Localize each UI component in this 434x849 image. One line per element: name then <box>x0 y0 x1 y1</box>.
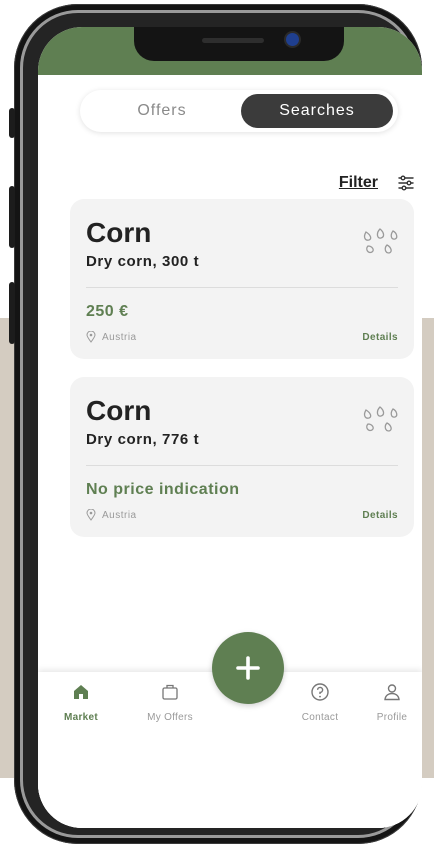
listing-location: Austria <box>86 331 137 343</box>
listing-price: 250 € <box>86 303 129 320</box>
app-content: Offers Searches Filter Corn Dry corn, 30… <box>38 75 422 828</box>
location-text: Austria <box>102 509 137 521</box>
toggle-offers[interactable]: Offers <box>86 94 238 128</box>
mute-switch <box>9 108 15 138</box>
location-pin-icon <box>86 509 96 521</box>
home-icon <box>74 685 88 699</box>
offers-searches-toggle: Offers Searches <box>80 90 398 132</box>
location-text: Austria <box>102 331 137 343</box>
notch <box>134 27 344 61</box>
add-listing-button[interactable] <box>212 632 284 704</box>
listing-title: Corn <box>86 395 152 426</box>
seeds-icon <box>363 406 398 432</box>
filter-link[interactable]: Filter <box>339 174 378 192</box>
help-circle-icon <box>311 683 329 701</box>
phone-frame: Offers Searches Filter Corn Dry corn, 30… <box>9 4 422 844</box>
volume-up-button <box>9 186 15 248</box>
card-divider <box>86 465 398 466</box>
listing-price: No price indication <box>86 481 240 498</box>
speaker-grille <box>202 38 264 43</box>
plus-icon <box>236 656 260 680</box>
volume-down-button <box>9 282 15 344</box>
briefcase-icon <box>162 684 178 700</box>
nav-item-profile[interactable]: Profile <box>357 682 422 723</box>
listing-subtitle: Dry corn, 776 t <box>86 431 200 448</box>
location-pin-icon <box>86 331 96 343</box>
listing-subtitle: Dry corn, 300 t <box>86 253 200 270</box>
nav-item-contact[interactable]: Contact <box>285 682 355 723</box>
details-link[interactable]: Details <box>362 510 398 521</box>
nav-label: Market <box>63 712 99 723</box>
phone-screen: Offers Searches Filter Corn Dry corn, 30… <box>38 27 422 828</box>
nav-label: Contact <box>301 712 339 723</box>
nav-label: My Offers <box>147 712 193 723</box>
nav-item-market[interactable]: Market <box>46 682 116 723</box>
user-icon <box>384 684 400 701</box>
screen-bottom-area <box>38 736 422 828</box>
nav-label: Profile <box>376 712 408 723</box>
toggle-searches[interactable]: Searches <box>241 94 393 128</box>
front-camera <box>286 33 299 46</box>
filter-row: Filter <box>339 171 414 195</box>
listing-card[interactable]: Corn Dry corn, 300 t 250 € Austria Detai… <box>70 199 414 359</box>
card-divider <box>86 287 398 288</box>
details-link[interactable]: Details <box>362 332 398 343</box>
nav-item-my-offers[interactable]: My Offers <box>135 682 205 723</box>
seeds-icon <box>363 228 398 254</box>
listing-card[interactable]: Corn Dry corn, 776 t No price indication <box>70 377 414 537</box>
listing-title: Corn <box>86 217 152 248</box>
listing-location: Austria <box>86 509 137 521</box>
sliders-icon[interactable] <box>398 175 414 191</box>
